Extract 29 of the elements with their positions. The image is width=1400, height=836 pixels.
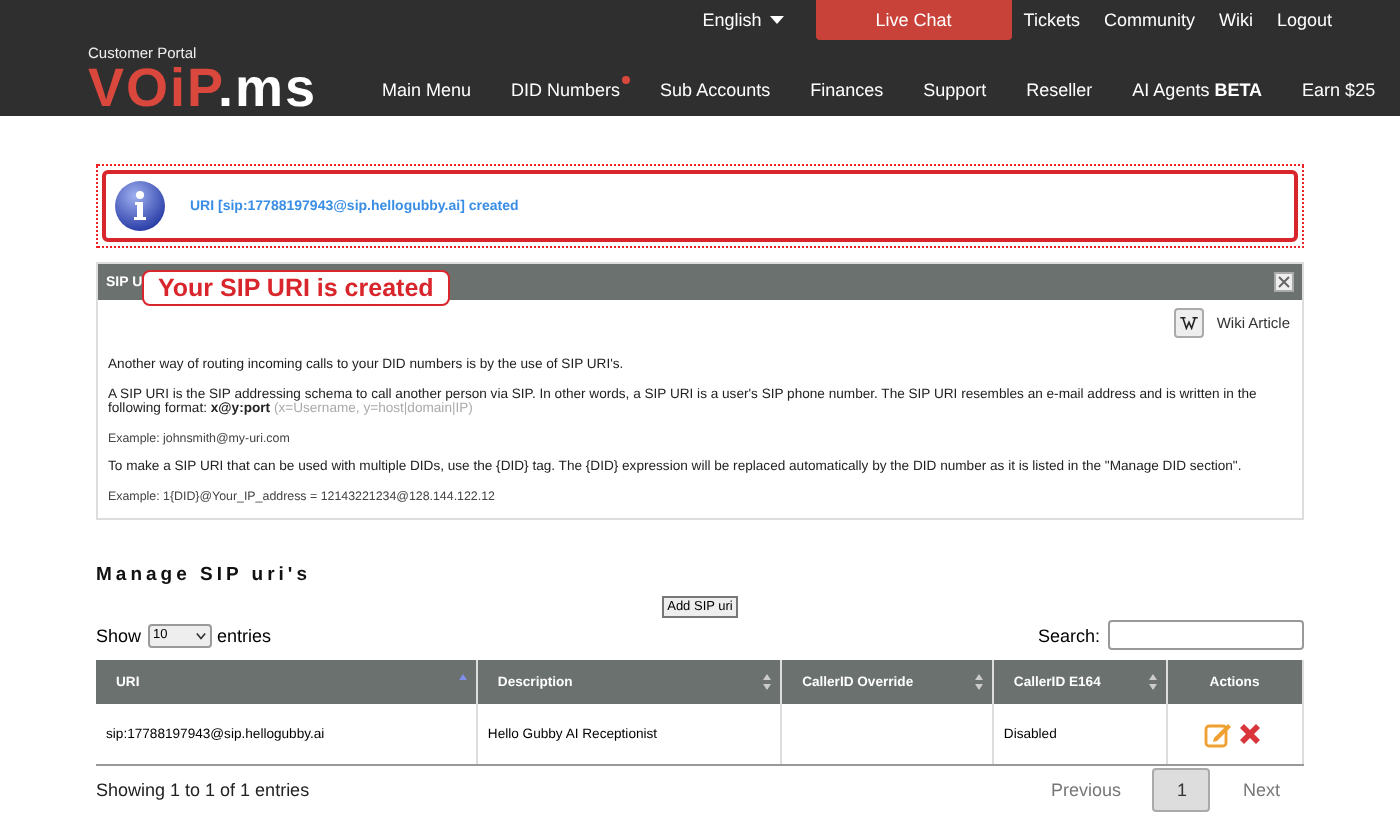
show-label: Show (96, 625, 142, 645)
entries-info: Showing 1 to 1 of 1 entries (96, 780, 310, 800)
top-link[interactable]: Tickets (1011, 0, 1092, 40)
top-link[interactable]: Community (1091, 0, 1207, 40)
nav-item[interactable]: AI Agents BETA (1132, 80, 1273, 100)
nav-item[interactable]: DID Numbers (511, 80, 631, 100)
search-field[interactable] (1108, 620, 1304, 650)
section-heading: Manage SIP uri's (96, 564, 313, 586)
live-chat-button[interactable]: Live Chat (815, 0, 1012, 40)
nav-item[interactable]: Finances (810, 80, 894, 100)
caret-icon[interactable] (769, 16, 784, 24)
nav-item[interactable]: Earn $25 (1302, 80, 1386, 100)
nav-item[interactable]: Sub Accounts (660, 80, 781, 100)
top-link[interactable]: Wiki (1206, 0, 1265, 40)
info-icon (114, 180, 166, 232)
entries-label: entries (217, 625, 272, 645)
logo[interactable]: VOiP.ms (88, 62, 382, 114)
close-icon[interactable] (1274, 272, 1294, 292)
chevron-icon (195, 631, 206, 639)
nav-item[interactable]: Reseller (1026, 80, 1103, 100)
search-label: Search: (1037, 625, 1100, 645)
top-link[interactable]: Logout (1264, 0, 1344, 40)
nav-item[interactable]: Main Menu (382, 80, 482, 100)
language-menu[interactable]: English (690, 0, 796, 40)
nav-item[interactable]: Support (923, 80, 997, 100)
callout-label: Your SIP URI is created (142, 270, 450, 306)
delete-icon[interactable] (1236, 720, 1265, 748)
wikipedia-icon[interactable] (1174, 308, 1205, 338)
page-button[interactable]: 1 (1152, 768, 1211, 812)
